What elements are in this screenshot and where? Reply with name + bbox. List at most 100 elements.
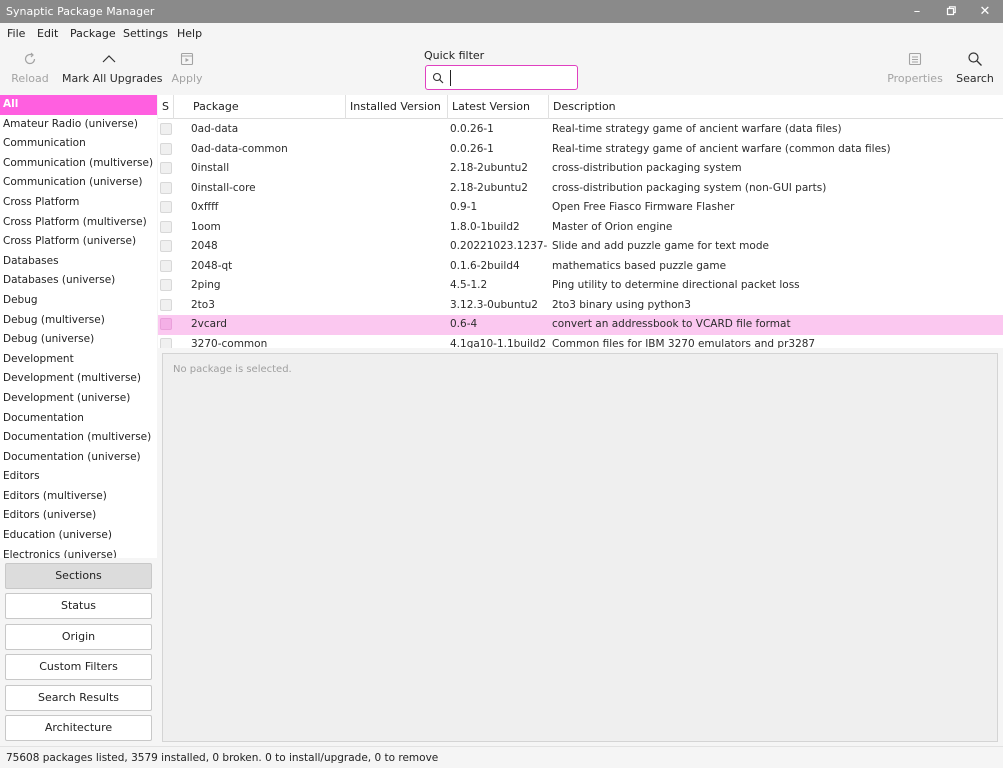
table-row[interactable]: 2048-qt 0.1.6-2build4 mathematics based pu… — [158, 257, 1003, 277]
package-name: 3270-common — [191, 337, 268, 349]
section-item[interactable]: Communication — [0, 134, 157, 154]
column-latest-version[interactable]: Latest Version — [448, 95, 549, 119]
package-checkbox[interactable] — [160, 123, 172, 135]
section-item[interactable]: Debug — [0, 291, 157, 311]
section-item[interactable]: Documentation — [0, 409, 157, 429]
table-row[interactable]: 2vcard 0.6-4 convert an addressbook to VCA… — [158, 315, 1003, 335]
column-status[interactable]: S — [158, 95, 174, 119]
latest-version: 1.8.0-1build2 — [450, 220, 520, 233]
table-row[interactable]: 2to3 3.12.3-0ubuntu2 2to3 binary using pyt… — [158, 296, 1003, 316]
section-item[interactable]: Databases — [0, 252, 157, 272]
latest-version: 0.9-1 — [450, 201, 478, 213]
package-checkbox[interactable] — [160, 279, 172, 291]
table-row[interactable]: 0install 2.18-2ubuntu2 cross-distribution … — [158, 159, 1003, 179]
section-item[interactable]: Documentation (multiverse) — [0, 428, 157, 448]
section-item[interactable]: Electronics (universe) — [0, 546, 157, 558]
package-name: 0install — [191, 162, 230, 174]
search-button[interactable]: Search — [956, 51, 994, 93]
reload-button[interactable]: Reload — [10, 51, 50, 93]
menu-package[interactable]: Package — [70, 27, 116, 40]
section-item[interactable]: Cross Platform (multiverse) — [0, 213, 157, 233]
package-checkbox[interactable] — [160, 201, 172, 213]
status-button[interactable]: Status — [5, 593, 152, 619]
mark-all-upgrades-button[interactable]: Mark All Upgrades — [62, 51, 163, 93]
column-description[interactable]: Description — [549, 95, 1003, 119]
section-item[interactable]: Debug (multiverse) — [0, 311, 157, 331]
sections-list: All Amateur Radio (universe) Communication… — [0, 95, 157, 558]
package-checkbox[interactable] — [160, 318, 172, 330]
table-row[interactable]: 2048 0.20221023.1237-1 Slide and add puzzl… — [158, 237, 1003, 257]
menu-bar: File Edit Package Settings Help — [0, 23, 1003, 45]
section-item[interactable]: Communication (multiverse) — [0, 154, 157, 174]
package-checkbox[interactable] — [160, 259, 172, 272]
section-item[interactable]: Development (universe) — [0, 389, 157, 409]
properties-button[interactable]: Properties — [886, 51, 944, 93]
sections-button[interactable]: Sections — [5, 563, 152, 589]
properties-icon — [908, 52, 922, 66]
section-item[interactable]: All — [0, 95, 157, 115]
section-item[interactable]: Editors (multiverse) — [0, 487, 157, 507]
quick-filter-box[interactable] — [425, 65, 578, 90]
section-item[interactable]: Development (multiverse) — [0, 369, 157, 389]
package-checkbox[interactable] — [160, 162, 172, 174]
reload-icon — [24, 52, 36, 65]
restore-icon[interactable] — [940, 2, 962, 21]
menu-help[interactable]: Help — [177, 27, 202, 40]
table-row[interactable]: 3270-common 4.1ga10-1.1build2 Common files… — [158, 335, 1003, 349]
column-installed-version[interactable]: Installed Version — [346, 95, 448, 119]
properties-label: Properties — [887, 72, 943, 85]
section-item[interactable]: Cross Platform (universe) — [0, 232, 157, 252]
section-item[interactable]: Documentation (universe) — [0, 448, 157, 468]
package-description: Ping utility to determine directional pa… — [552, 279, 800, 291]
package-checkbox[interactable] — [160, 337, 172, 348]
section-item[interactable]: Debug (universe) — [0, 330, 157, 350]
title-bar: Synaptic Package Manager – ✕ — [0, 0, 1003, 23]
table-row[interactable]: 0ad-data-common 0.0.26-1 Real-time strateg… — [158, 140, 1003, 160]
close-icon[interactable]: ✕ — [974, 2, 996, 21]
latest-version: 0.1.6-2build4 — [450, 259, 520, 272]
section-item[interactable]: Editors — [0, 467, 157, 487]
package-description: cross-distribution packaging system (non… — [552, 181, 827, 194]
chevron-up-icon — [102, 55, 116, 63]
package-description: cross-distribution packaging system — [552, 162, 742, 174]
section-item[interactable]: Amateur Radio (universe) — [0, 115, 157, 135]
package-rows: 0ad-data 0.0.26-1 Real-time strategy game … — [158, 120, 1003, 348]
column-package[interactable]: Package — [189, 95, 346, 119]
architecture-button[interactable]: Architecture — [5, 715, 152, 741]
section-item[interactable]: Development — [0, 350, 157, 370]
origin-button[interactable]: Origin — [5, 624, 152, 650]
package-name: 0install-core — [191, 181, 256, 194]
section-item[interactable]: Editors (universe) — [0, 506, 157, 526]
package-name: 1oom — [191, 220, 221, 233]
latest-version: 0.20221023.1237-1 — [450, 240, 547, 252]
table-row[interactable]: 2ping 4.5-1.2 Ping utility to determine di… — [158, 276, 1003, 296]
table-row[interactable]: 0xffff 0.9-1 Open Free Fiasco Firmware Fla… — [158, 198, 1003, 218]
section-item[interactable]: Databases (universe) — [0, 271, 157, 291]
table-row[interactable]: 0install-core 2.18-2ubuntu2 cross-distribu… — [158, 179, 1003, 199]
table-row[interactable]: 0ad-data 0.0.26-1 Real-time strategy game … — [158, 120, 1003, 140]
custom-filters-button[interactable]: Custom Filters — [5, 654, 152, 680]
quick-filter-input[interactable] — [450, 70, 574, 86]
minimize-icon[interactable]: – — [906, 2, 928, 21]
section-item[interactable]: Communication (universe) — [0, 173, 157, 193]
menu-file[interactable]: File — [7, 27, 25, 40]
menu-settings[interactable]: Settings — [123, 27, 168, 40]
table-row[interactable]: 1oom 1.8.0-1build2 Master of Orion engine — [158, 218, 1003, 238]
package-checkbox[interactable] — [160, 298, 172, 311]
status-bar: 75608 packages listed, 3579 installed, 0… — [0, 746, 1003, 768]
package-checkbox[interactable] — [160, 220, 172, 233]
menu-edit[interactable]: Edit — [37, 27, 58, 40]
package-name: 0ad-data-common — [191, 142, 288, 155]
search-results-button[interactable]: Search Results — [5, 685, 152, 711]
package-checkbox[interactable] — [160, 240, 172, 252]
details-message: No package is selected. — [173, 364, 292, 375]
package-list: S Package Installed Version Latest Versi… — [158, 95, 1003, 348]
reload-label: Reload — [11, 72, 49, 85]
package-description: Common files for IBM 3270 emulators and … — [552, 337, 816, 349]
package-checkbox[interactable] — [160, 181, 172, 194]
package-checkbox[interactable] — [160, 142, 172, 155]
section-item[interactable]: Education (universe) — [0, 526, 157, 546]
apply-button[interactable]: Apply — [170, 51, 204, 93]
package-name: 0ad-data — [191, 123, 239, 135]
section-item[interactable]: Cross Platform — [0, 193, 157, 213]
